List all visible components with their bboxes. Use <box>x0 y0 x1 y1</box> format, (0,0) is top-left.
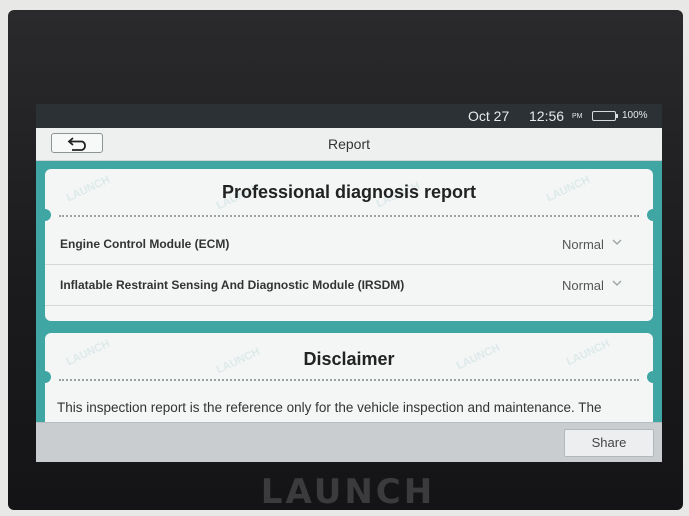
status-bar: Oct 27 12:56 PM 100% <box>36 104 662 128</box>
disclaimer-heading: Disclaimer <box>303 349 395 369</box>
status-ampm: PM <box>572 113 583 120</box>
card-notch-left <box>45 371 51 383</box>
report-heading: Professional diagnosis report <box>221 182 477 202</box>
module-name: Inflatable Restraint Sensing And Diagnos… <box>60 278 405 292</box>
device-brand-logo: LAUNCH <box>260 472 436 510</box>
module-row-ecm[interactable]: Engine Control Module (ECM) Normal <box>45 224 653 265</box>
module-name: Engine Control Module (ECM) <box>60 237 230 251</box>
status-time: 12:56 <box>529 108 565 124</box>
dotted-divider <box>59 379 639 381</box>
card-notch-right <box>647 371 653 383</box>
status-date: Oct 27 <box>468 108 510 124</box>
chevron-down-icon <box>612 280 622 286</box>
disclaimer-card: LAUNCH LAUNCH LAUNCH LAUNCH Disclaimer T… <box>45 333 653 422</box>
module-row-irsdm[interactable]: Inflatable Restraint Sensing And Diagnos… <box>45 265 653 306</box>
device-bezel: Oct 27 12:56 PM 100% Report LAUNCH LAUNC… <box>8 10 683 510</box>
chevron-down-icon <box>612 239 622 245</box>
battery-percent: 100% <box>622 110 648 121</box>
module-status: Normal <box>562 237 604 252</box>
disclaimer-text: This inspection report is the reference … <box>57 400 602 415</box>
share-button[interactable]: Share <box>564 429 654 457</box>
battery-icon <box>592 111 616 121</box>
diagnosis-report-card: LAUNCH LAUNCH LAUNCH LAUNCH Professional… <box>45 169 653 321</box>
module-status: Normal <box>562 278 604 293</box>
bottom-bar: Share <box>36 422 662 462</box>
screen: Oct 27 12:56 PM 100% Report LAUNCH LAUNC… <box>36 104 662 462</box>
dotted-divider <box>59 215 639 217</box>
title-bar: Report <box>36 128 662 161</box>
card-notch-right <box>647 209 653 221</box>
report-content[interactable]: LAUNCH LAUNCH LAUNCH LAUNCH Professional… <box>36 161 662 422</box>
battery-tip <box>616 114 618 118</box>
card-notch-left <box>45 209 51 221</box>
page-title: Report <box>327 136 371 152</box>
